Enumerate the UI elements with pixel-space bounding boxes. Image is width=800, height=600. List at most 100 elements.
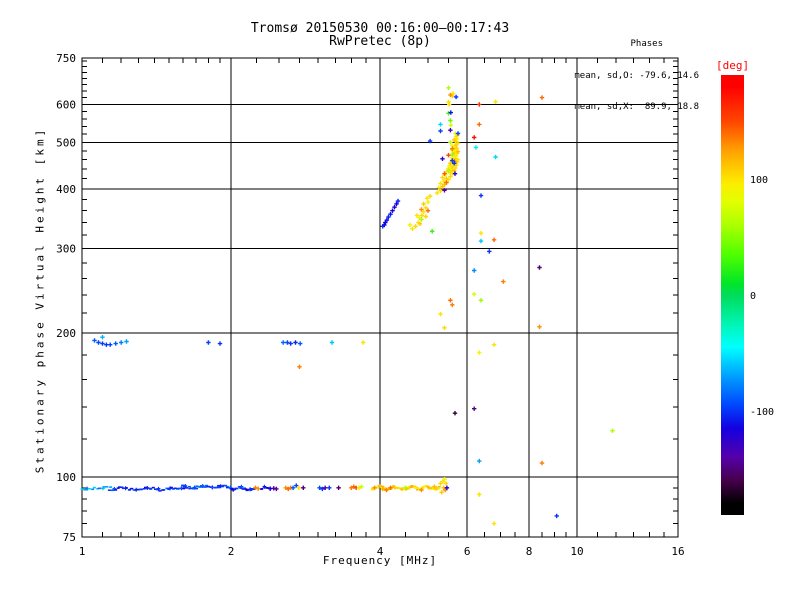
data-point bbox=[105, 486, 108, 488]
phases-note: Phases mean, sd,O: -79.6, 14.6 mean, sd,… bbox=[557, 18, 699, 134]
data-point bbox=[448, 128, 452, 132]
data-point bbox=[104, 343, 108, 347]
data-point bbox=[130, 488, 133, 490]
data-point bbox=[440, 490, 444, 494]
data-point bbox=[440, 157, 444, 161]
data-point bbox=[474, 145, 478, 149]
data-point bbox=[487, 249, 491, 253]
y-tick-label: 400 bbox=[56, 183, 76, 196]
y-tick-label: 500 bbox=[56, 136, 76, 149]
data-point bbox=[437, 488, 440, 490]
data-point bbox=[204, 486, 207, 488]
data-point bbox=[162, 489, 165, 491]
data-point bbox=[236, 488, 239, 490]
phases-note-title: Phases bbox=[557, 39, 699, 50]
data-point bbox=[610, 429, 614, 433]
data-point bbox=[477, 459, 481, 463]
data-point bbox=[453, 411, 457, 415]
data-point bbox=[413, 224, 417, 228]
data-point bbox=[479, 231, 483, 235]
data-point bbox=[330, 340, 334, 344]
colorbar-tick-label: 0 bbox=[750, 291, 756, 302]
data-point bbox=[108, 489, 111, 491]
data-point bbox=[260, 488, 263, 490]
data-point bbox=[537, 325, 541, 329]
data-point bbox=[493, 100, 497, 104]
data-point bbox=[477, 102, 481, 106]
data-point bbox=[446, 153, 450, 157]
colorbar-label: [deg] bbox=[716, 59, 749, 72]
data-point bbox=[149, 488, 152, 490]
data-point bbox=[477, 122, 481, 126]
data-point bbox=[492, 343, 496, 347]
data-point bbox=[424, 214, 428, 218]
data-point bbox=[501, 279, 505, 283]
data-point bbox=[537, 265, 541, 269]
y-tick-label: 200 bbox=[56, 327, 76, 340]
data-point bbox=[81, 488, 84, 490]
data-point bbox=[170, 487, 173, 489]
data-point bbox=[298, 341, 302, 345]
data-point bbox=[492, 238, 496, 242]
data-point bbox=[555, 514, 559, 518]
data-point bbox=[301, 486, 305, 490]
data-point bbox=[100, 341, 104, 345]
data-point bbox=[96, 340, 100, 344]
colorbar-tick-label: 100 bbox=[750, 175, 768, 186]
data-point bbox=[446, 111, 450, 115]
data-point bbox=[100, 335, 104, 339]
data-point bbox=[540, 461, 544, 465]
data-point bbox=[438, 486, 441, 488]
colorbar bbox=[721, 75, 744, 515]
y-axis-label: Stationary phase Virtual Height [km] bbox=[34, 127, 47, 473]
data-point bbox=[88, 488, 91, 490]
data-point bbox=[426, 200, 430, 204]
data-point bbox=[472, 268, 476, 272]
data-point bbox=[492, 521, 496, 525]
data-point bbox=[472, 292, 476, 296]
data-point bbox=[472, 135, 476, 139]
data-point bbox=[114, 341, 118, 345]
data-point bbox=[479, 239, 483, 243]
data-point bbox=[477, 350, 481, 354]
data-point bbox=[274, 487, 278, 491]
data-point bbox=[124, 339, 128, 343]
data-point bbox=[218, 341, 222, 345]
y-tick-label: 100 bbox=[56, 471, 76, 484]
data-point bbox=[453, 172, 457, 176]
data-point bbox=[111, 490, 114, 492]
data-point bbox=[206, 340, 210, 344]
data-point bbox=[371, 489, 374, 491]
y-tick-label: 600 bbox=[56, 98, 76, 111]
colorbar-tick-label: -100 bbox=[750, 407, 774, 418]
data-point bbox=[188, 486, 191, 488]
y-tick-label: 300 bbox=[56, 243, 76, 256]
data-point bbox=[450, 303, 454, 307]
y-tick-label: 750 bbox=[56, 52, 76, 65]
data-point bbox=[449, 110, 453, 114]
data-point bbox=[438, 312, 442, 316]
data-point bbox=[448, 298, 452, 302]
data-point bbox=[98, 488, 101, 490]
data-point bbox=[195, 488, 198, 490]
data-point bbox=[447, 102, 451, 106]
data-point bbox=[540, 95, 544, 99]
data-point bbox=[442, 326, 446, 330]
phases-note-x-line: mean, sd,X: 89.9, 18.8 bbox=[557, 102, 699, 113]
data-point bbox=[93, 487, 96, 489]
data-point bbox=[479, 193, 483, 197]
data-point bbox=[119, 340, 123, 344]
data-point bbox=[410, 227, 414, 231]
data-point bbox=[438, 129, 442, 133]
data-point bbox=[327, 486, 331, 490]
phases-note-o-line: mean, sd,O: -79.6, 14.6 bbox=[557, 71, 699, 82]
data-point bbox=[281, 340, 285, 344]
y-tick-label: 75 bbox=[63, 531, 76, 544]
data-point bbox=[114, 489, 117, 491]
data-point bbox=[109, 486, 112, 488]
data-point bbox=[297, 365, 301, 369]
data-point bbox=[408, 223, 412, 227]
data-point bbox=[477, 492, 481, 496]
data-point bbox=[361, 340, 365, 344]
data-point bbox=[415, 213, 419, 217]
